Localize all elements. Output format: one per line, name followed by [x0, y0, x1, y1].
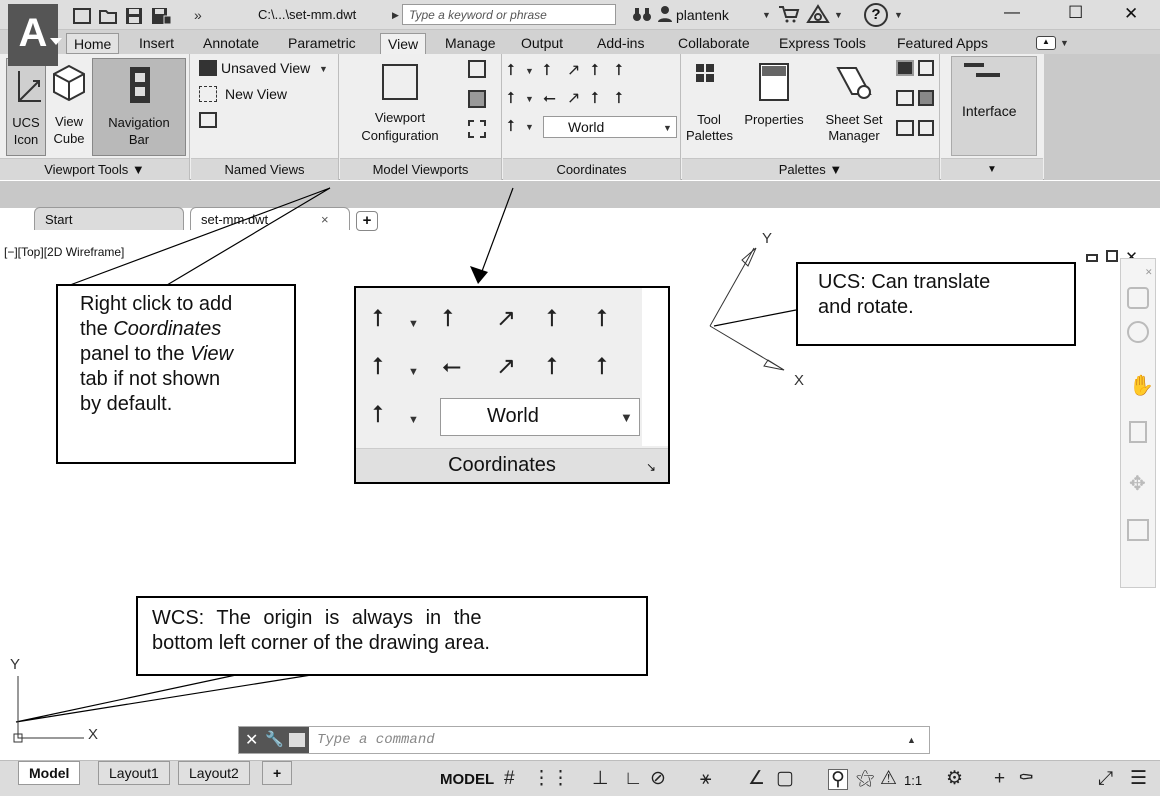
model-space-button[interactable]: MODEL — [440, 771, 494, 788]
clean-screen-icon[interactable]: ⤢ — [1098, 769, 1113, 788]
callout-line-3: panel to the View — [80, 342, 294, 367]
zoom-ucs-origin-icon[interactable]: ↗ — [496, 355, 516, 379]
coord-zoom-edge — [642, 288, 668, 446]
isodraft-icon[interactable]: ⚹ — [700, 769, 711, 788]
zoom-ucs-rotate-icon[interactable]: ⭡ — [372, 355, 383, 379]
zoom-ucs-world-select[interactable]: World — [440, 398, 640, 436]
annotation-scale-icon[interactable]: ⚠ — [880, 769, 897, 788]
command-line: ✕ 🔧 Type a command ▲ — [238, 726, 930, 754]
zoom-ucs-z-axis-icon[interactable]: ⭡ — [546, 355, 557, 379]
zoom-ucs-3point-icon[interactable]: ⭡ — [596, 355, 607, 379]
annotation-scale-value[interactable]: 1:1 — [904, 773, 922, 788]
app-logo-arrow — [50, 38, 62, 45]
command-input[interactable]: Type a command — [317, 732, 435, 748]
zoom-ucs-world-select-arrow-icon[interactable]: ▼ — [620, 410, 633, 425]
grid-icon[interactable]: # — [504, 769, 515, 788]
zoom-ucs-details-icon[interactable]: ⭡ — [546, 307, 557, 331]
workspace-gear-icon[interactable]: ⚙ — [946, 769, 963, 788]
zoom-ucs-dropdown-icon[interactable]: ▼ — [408, 318, 419, 330]
zoom-ucs-rotate-dropdown-icon[interactable]: ▼ — [408, 366, 419, 378]
command-customize-icon[interactable]: 🔧 — [265, 730, 284, 748]
dynamic-input-icon[interactable]: ⊥ — [592, 769, 609, 788]
layout-tab-layout1[interactable]: Layout1 — [98, 761, 170, 785]
ucs-y-label: Y — [762, 230, 773, 247]
zoom-ucs-icon[interactable]: ⭡ — [372, 307, 383, 331]
zoom-ucs-previous-icon[interactable]: ⭠ — [442, 355, 461, 379]
ucs-x-label: X — [794, 372, 805, 389]
layout-add-button[interactable]: + — [262, 761, 293, 785]
callout-line-3b: View — [190, 343, 234, 365]
snap-icon[interactable]: ⋮⋮ — [532, 769, 570, 788]
coordinates-panel-zoom: ⭡ ▼ ⭡ ↗ ⭡ ⭡ ⭡ ▼ ⭠ ↗ ⭡ ⭡ ⭡ ▼ World ▼ Coor… — [354, 286, 670, 484]
zoom-ucs-object-icon[interactable]: ↗ — [496, 307, 516, 331]
zoom-ucs-named-icon[interactable]: ⭡ — [372, 403, 383, 427]
wcs-x-label: X — [88, 726, 99, 743]
object-snap-tracking-icon[interactable]: ∠ — [748, 769, 765, 788]
ucs-axes-icon — [709, 247, 785, 371]
ortho-icon[interactable]: ∟ — [624, 769, 643, 788]
callout-line-3a: panel to the — [80, 343, 191, 365]
wcs-axes-icon — [13, 676, 84, 743]
command-history-icon[interactable] — [289, 733, 305, 747]
wcs-callout: WCS: The origin is always in the bottom … — [136, 596, 648, 676]
status-bar: Model Layout1 Layout2 + MODEL # ⋮⋮ ⊥ ∟ ⊘… — [0, 760, 1160, 796]
polar-icon[interactable]: ⊘ — [650, 769, 666, 788]
callout-line-5: by default. — [80, 393, 173, 415]
zoom-launcher-icon[interactable]: ↘ — [646, 460, 656, 474]
ucs-callout-line-1: UCS: Can translate — [818, 271, 991, 293]
command-close-icon[interactable]: ✕ — [245, 730, 258, 750]
isolate-objects-icon[interactable]: ⚰ — [1018, 769, 1034, 788]
callout-line-2b: Coordinates — [113, 318, 222, 340]
command-expand-icon[interactable]: ▲ — [907, 735, 916, 745]
annotation-visibility-icon[interactable]: ⚲ — [828, 769, 848, 790]
customization-menu-icon[interactable]: ☰ — [1130, 769, 1147, 788]
wcs-callout-line-1: WCS: The origin is always in the — [152, 607, 482, 629]
zoom-ucs-named-dropdown-icon[interactable]: ▼ — [408, 414, 419, 426]
zoom-ucs-view-icon[interactable]: ⭡ — [442, 307, 453, 331]
autoscale-icon[interactable]: ⚝ — [856, 769, 874, 788]
zoom-ucs-world-icon[interactable]: ⭡ — [596, 307, 607, 331]
callout-line-4: tab if not shown — [80, 368, 221, 390]
ucs-callout: UCS: Can translate and rotate. — [796, 262, 1076, 346]
ucs-callout-line-2: and rotate. — [818, 296, 914, 318]
layout-tab-layout2[interactable]: Layout2 — [178, 761, 250, 785]
callout-line-2a: the — [80, 318, 114, 340]
callout-line-2: the Coordinates — [80, 317, 294, 342]
wcs-y-label: Y — [10, 656, 21, 673]
layout-tab-model[interactable]: Model — [18, 761, 81, 785]
callout-line-1: Right click to add — [80, 293, 233, 315]
wcs-callout-line-2: bottom left corner of the drawing area. — [152, 632, 490, 654]
zoom-coordinates-title: Coordinates — [356, 448, 668, 482]
right-click-callout: Right click to add the Coordinates panel… — [56, 284, 296, 464]
application-menu-button[interactable]: A — [8, 4, 58, 66]
annotation-monitor-icon[interactable]: + — [994, 769, 1005, 788]
object-snap-icon[interactable]: ▢ — [776, 769, 794, 788]
arrow-head — [470, 266, 488, 284]
